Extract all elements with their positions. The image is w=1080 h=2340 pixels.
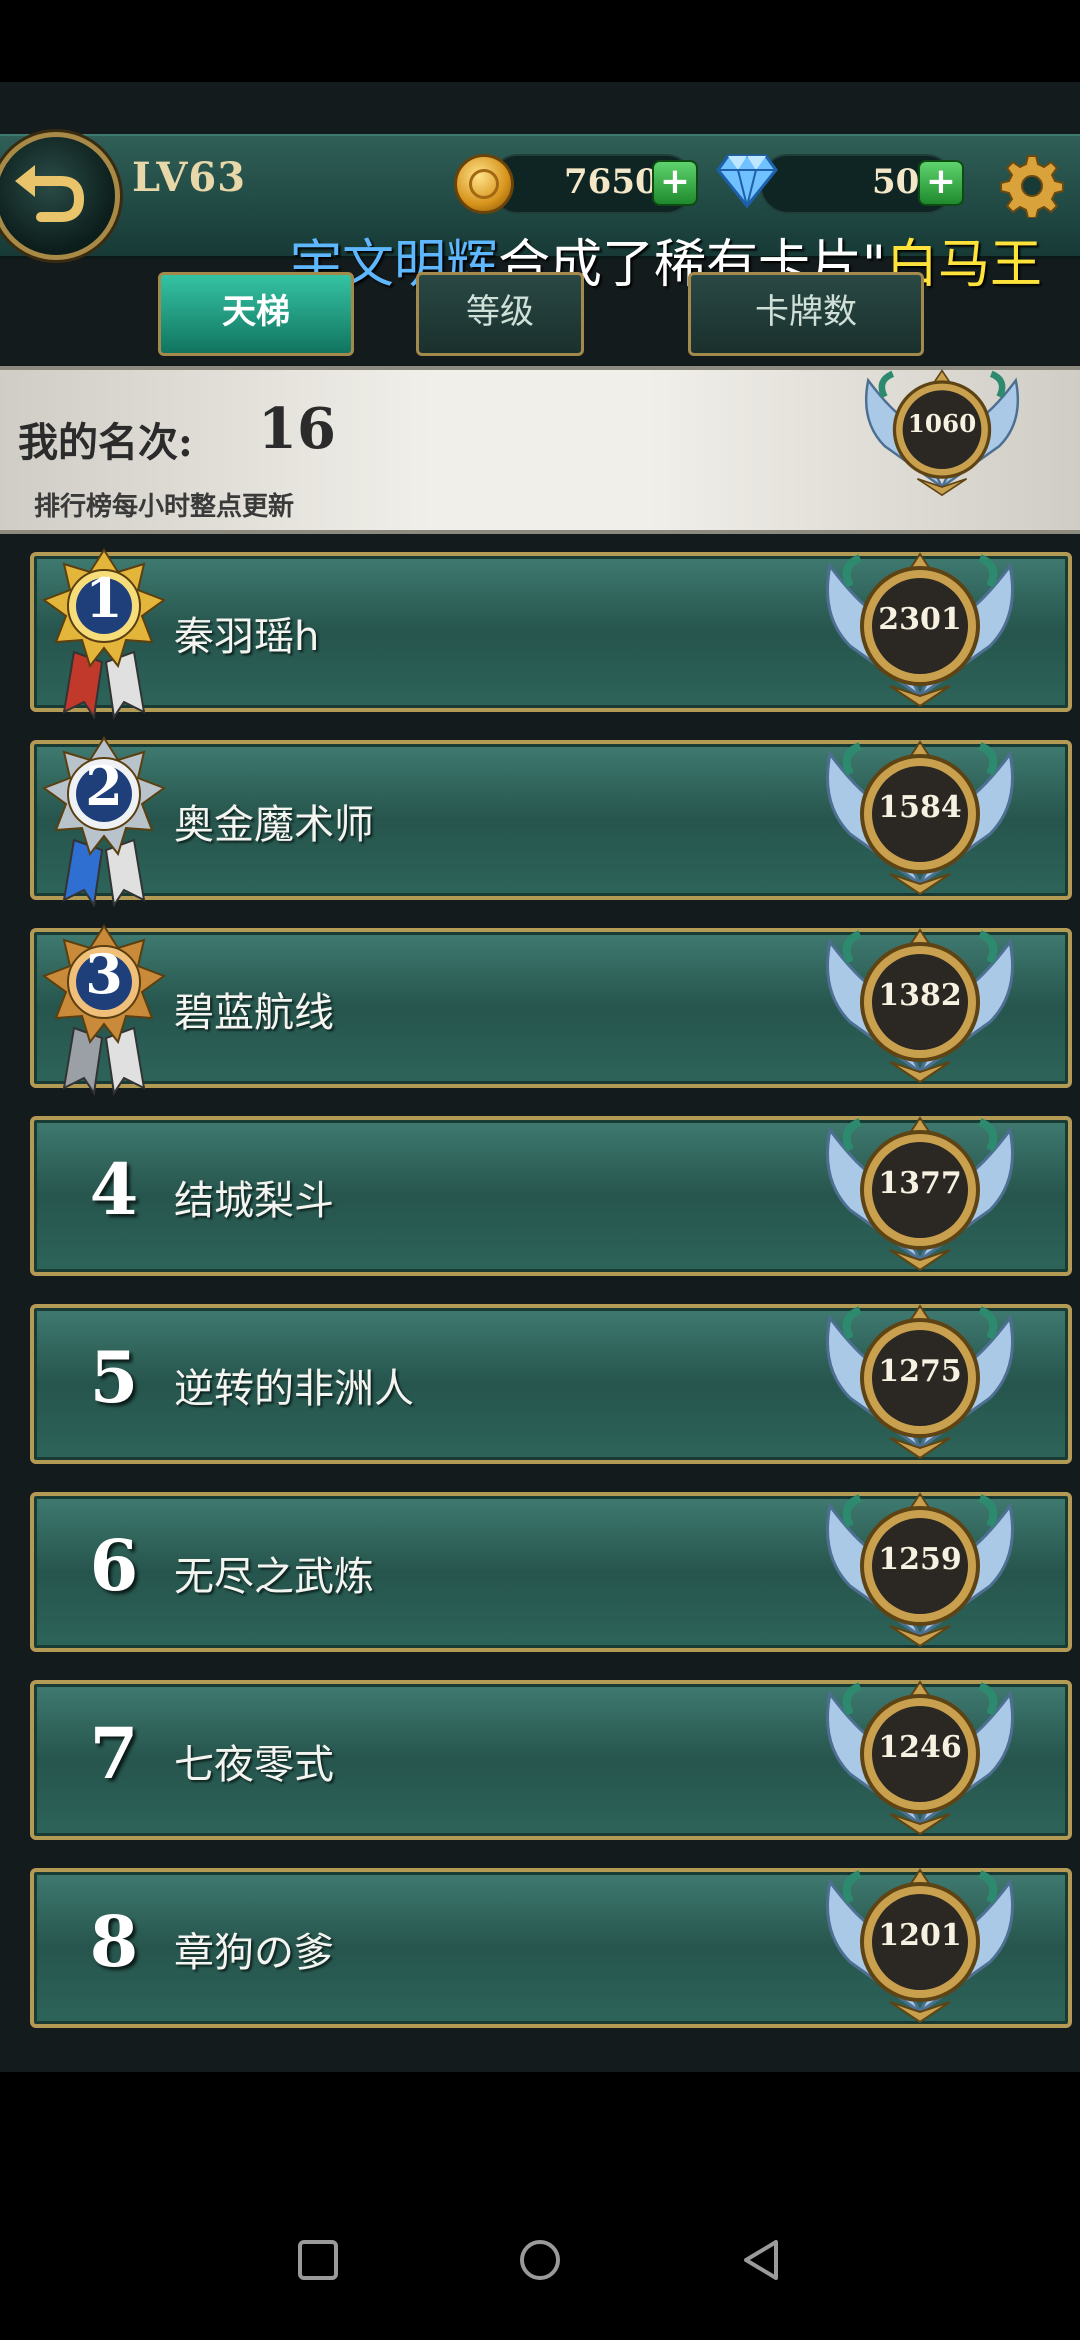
rank-medal-icon: 3	[34, 918, 174, 1098]
score-emblem: 2301	[820, 546, 1020, 716]
player-name: 碧蓝航线	[174, 990, 334, 1036]
recent-apps-icon[interactable]	[296, 2238, 340, 2282]
leaderboard-row[interactable]: 8 章狗の爹 1201	[30, 1868, 1072, 2028]
tab-ladder[interactable]: 天梯	[158, 272, 354, 356]
add-gems-button[interactable]: +	[918, 160, 964, 206]
rank-number: 7	[89, 1712, 139, 1795]
status-bar	[0, 0, 1080, 82]
my-score-emblem: 1060	[860, 364, 1024, 503]
player-score: 1382	[878, 978, 962, 1013]
rank-number: 5	[89, 1336, 139, 1419]
gem-amount: 50	[872, 162, 920, 202]
player-name: 结城梨斗	[174, 1178, 334, 1224]
rank-number: 3	[85, 942, 123, 1006]
my-rank-label: 我的名次:	[18, 419, 193, 466]
coin-icon	[454, 154, 514, 214]
score-emblem: 1377	[820, 1110, 1020, 1280]
leaderboard-row[interactable]: 3 碧蓝航线 1382	[30, 924, 1072, 1096]
player-score: 1275	[878, 1354, 962, 1389]
system-nav-bar	[0, 2072, 1080, 2340]
rank-number: 8	[89, 1900, 139, 1983]
player-score: 1584	[878, 790, 962, 825]
rank-medal-icon: 1	[34, 542, 174, 722]
game-screen: LV63 7650 + 50 + 宇文明辉合成了稀有卡片"白马王 天梯 等级 卡…	[0, 82, 1080, 2072]
my-score: 1060	[907, 409, 977, 439]
player-score: 1201	[878, 1918, 962, 1953]
score-emblem: 1201	[820, 1862, 1020, 2032]
broadcast-ticker: 宇文明辉合成了稀有卡片"白马王	[290, 222, 1042, 297]
home-icon[interactable]	[518, 2238, 562, 2282]
player-score: 2301	[878, 602, 962, 637]
diamond-icon	[716, 154, 778, 208]
back-nav-icon[interactable]	[740, 2238, 784, 2282]
tab-level[interactable]: 等级	[416, 272, 584, 356]
player-name: 逆转的非洲人	[174, 1366, 414, 1412]
score-emblem: 1275	[820, 1298, 1020, 1468]
gold-amount: 7650	[564, 162, 659, 202]
tab-card-count[interactable]: 卡牌数	[688, 272, 924, 356]
leaderboard-row[interactable]: 2 奥金魔术师 1584	[30, 736, 1072, 908]
back-arrow-icon	[15, 165, 85, 222]
score-emblem: 1246	[820, 1674, 1020, 1844]
leaderboard-row[interactable]: 7 七夜零式 1246	[30, 1680, 1072, 1840]
leaderboard-row[interactable]: 1 秦羽瑶h 2301	[30, 548, 1072, 720]
player-name: 无尽之武炼	[174, 1554, 374, 1600]
player-score: 1246	[878, 1730, 962, 1765]
rank-number: 4	[89, 1148, 139, 1231]
player-level: LV63	[132, 154, 247, 201]
leaderboard-row[interactable]: 4 结城梨斗 1377	[30, 1116, 1072, 1276]
leaderboard-row[interactable]: 6 无尽之武炼 1259	[30, 1492, 1072, 1652]
my-rank-number: 16	[258, 396, 336, 462]
my-rank-panel: 我的名次: 16 排行榜每小时整点更新 1060	[0, 366, 1080, 534]
rank-number: 6	[89, 1524, 139, 1607]
score-emblem: 1382	[820, 922, 1020, 1092]
player-name: 奥金魔术师	[174, 802, 374, 848]
settings-gear-icon[interactable]	[1000, 154, 1064, 218]
rank-medal-icon: 2	[34, 730, 174, 910]
score-emblem: 1584	[820, 734, 1020, 904]
score-emblem: 1259	[820, 1486, 1020, 1656]
update-note: 排行榜每小时整点更新	[34, 492, 295, 522]
player-name: 章狗の爹	[174, 1930, 334, 1976]
leaderboard-row[interactable]: 5 逆转的非洲人 1275	[30, 1304, 1072, 1464]
player-name: 七夜零式	[174, 1742, 334, 1788]
rank-number: 2	[85, 754, 123, 818]
player-score: 1259	[878, 1542, 962, 1577]
player-name: 秦羽瑶h	[174, 614, 320, 660]
player-score: 1377	[878, 1166, 962, 1201]
rank-number: 1	[85, 566, 123, 630]
add-gold-button[interactable]: +	[652, 160, 698, 206]
